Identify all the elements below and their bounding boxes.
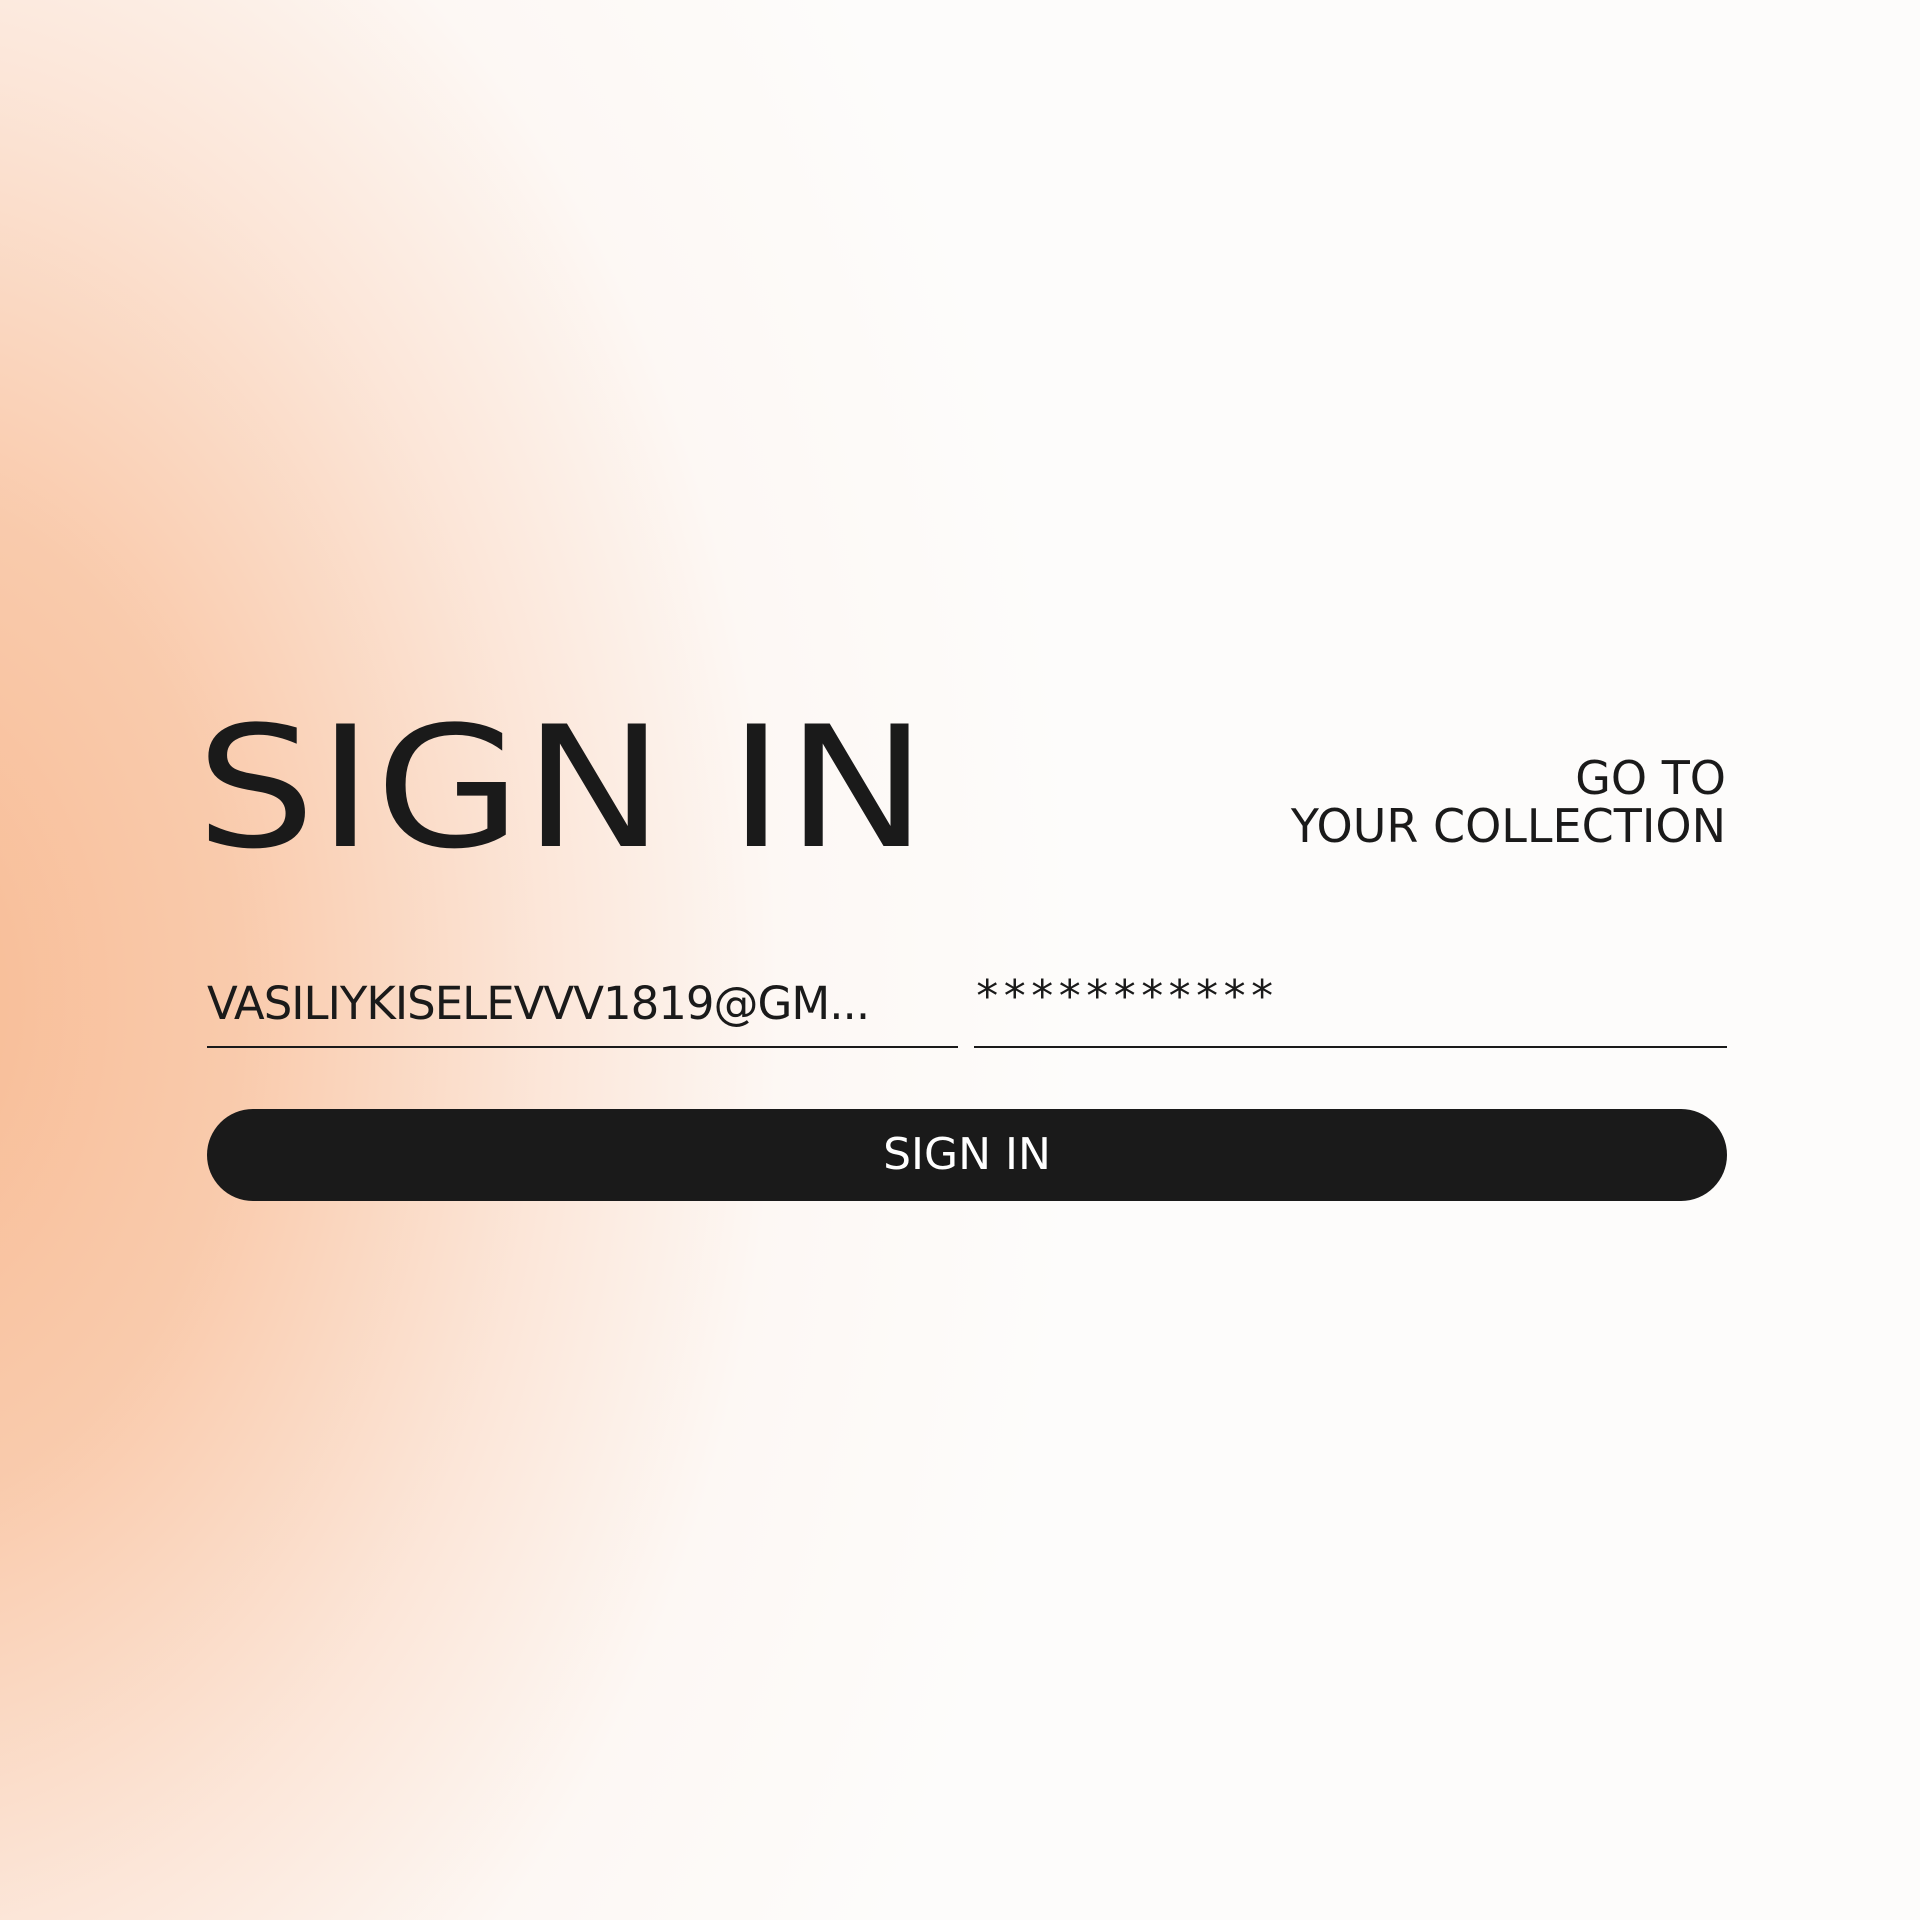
email-field-container xyxy=(207,968,958,1048)
email-field[interactable] xyxy=(207,977,958,1030)
password-field[interactable] xyxy=(974,971,1727,1022)
collection-link-line1: GO TO xyxy=(1575,751,1726,805)
password-field-container xyxy=(974,968,1727,1048)
sign-in-button[interactable]: SIGN IN xyxy=(207,1109,1727,1201)
collection-link-line2: YOUR COLLECTION xyxy=(1290,799,1726,853)
page-title: SIGN IN xyxy=(196,690,930,886)
go-to-collection-link[interactable]: GO TO YOUR COLLECTION xyxy=(1291,754,1726,850)
